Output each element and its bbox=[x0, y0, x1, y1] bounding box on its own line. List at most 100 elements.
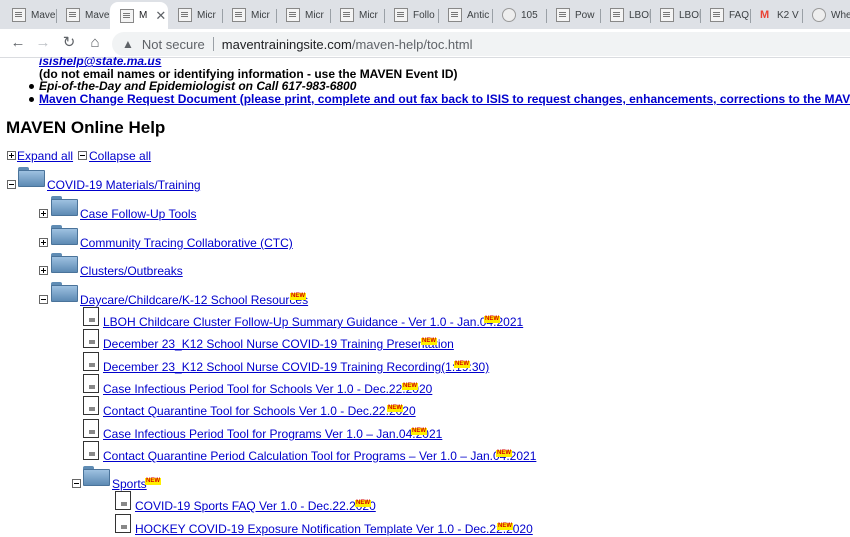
epi-oncall-text: Epi-of-the-Day and Epidemiologist on Cal… bbox=[39, 79, 357, 93]
document-icon bbox=[115, 491, 131, 510]
maven-favicon-icon bbox=[12, 8, 26, 22]
browser-tab[interactable]: Micr bbox=[330, 3, 384, 27]
folder-icon bbox=[51, 196, 78, 216]
doc-link[interactable]: Contact Quarantine Period Calculation To… bbox=[103, 449, 536, 463]
expand-all-icon[interactable] bbox=[7, 151, 16, 160]
maven-favicon-icon bbox=[286, 8, 300, 22]
document-icon bbox=[83, 374, 99, 393]
maven-favicon-icon bbox=[448, 8, 462, 22]
url-path[interactable]: /maven-help/toc.html bbox=[352, 37, 473, 52]
browser-tab-strip: Mave Mave M ✕ Micr Micr Micr Micr Follo A… bbox=[0, 0, 850, 29]
new-badge: NEW bbox=[290, 293, 306, 300]
new-badge: NEW bbox=[387, 405, 403, 412]
doc-link[interactable]: Contact Quarantine Tool for Schools Ver … bbox=[103, 404, 416, 418]
expand-toggle-icon[interactable] bbox=[39, 209, 48, 218]
browser-tab[interactable]: Pow bbox=[546, 3, 600, 27]
new-badge: NEW bbox=[496, 450, 512, 457]
expand-toggle-icon[interactable] bbox=[39, 238, 48, 247]
collapse-all-link[interactable]: Collapse all bbox=[89, 149, 151, 163]
expand-toggle-icon[interactable] bbox=[39, 266, 48, 275]
maven-favicon-icon bbox=[232, 8, 246, 22]
folder-icon bbox=[83, 466, 110, 486]
browser-tab[interactable]: Antic bbox=[438, 3, 492, 27]
maven-favicon-icon bbox=[556, 8, 570, 22]
browser-tab[interactable]: Micr bbox=[276, 3, 330, 27]
bullet bbox=[29, 97, 34, 102]
doc-link[interactable]: Case Infectious Period Tool for Programs… bbox=[103, 427, 442, 441]
tree-folder-covid19[interactable]: COVID-19 Materials/Training bbox=[47, 178, 201, 192]
folder-icon bbox=[51, 282, 78, 302]
page-content: isishelp@state.ma.us (do not email names… bbox=[0, 57, 850, 537]
new-badge: NEW bbox=[421, 338, 437, 345]
document-icon bbox=[83, 352, 99, 371]
browser-tab[interactable]: Whe bbox=[802, 3, 850, 27]
new-badge: NEW bbox=[454, 361, 470, 368]
change-request-link[interactable]: Maven Change Request Document (please pr… bbox=[39, 92, 850, 106]
new-badge: NEW bbox=[402, 383, 418, 390]
folder-icon bbox=[51, 253, 78, 273]
new-badge: NEW bbox=[145, 478, 161, 485]
browser-tab[interactable]: 105 bbox=[492, 3, 546, 27]
document-icon bbox=[83, 396, 99, 415]
tree-folder-daycare[interactable]: Daycare/Childcare/K-12 School Resources bbox=[80, 293, 308, 307]
doc-link[interactable]: December 23_K12 School Nurse COVID-19 Tr… bbox=[103, 337, 454, 351]
page-favicon-icon bbox=[812, 8, 826, 22]
tree-folder-sports[interactable]: Sports bbox=[112, 477, 147, 491]
expand-all-link[interactable]: Expand all bbox=[17, 149, 73, 163]
new-badge: NEW bbox=[411, 428, 427, 435]
page-favicon-icon bbox=[502, 8, 516, 22]
doc-link[interactable]: COVID-19 Sports FAQ Ver 1.0 - Dec.22.202… bbox=[135, 499, 376, 513]
collapse-all-icon[interactable] bbox=[78, 151, 87, 160]
browser-tab[interactable]: Micr bbox=[222, 3, 276, 27]
url-host[interactable]: maventrainingsite.com bbox=[222, 37, 352, 52]
forward-arrow-icon[interactable]: → bbox=[33, 33, 53, 53]
browser-tab[interactable]: M K2 V bbox=[750, 3, 802, 27]
gmail-icon: M bbox=[760, 9, 770, 21]
tree-folder-clusters[interactable]: Clusters/Outbreaks bbox=[80, 264, 183, 278]
browser-tab[interactable]: Mave bbox=[2, 3, 56, 27]
browser-tab-active[interactable]: M ✕ bbox=[110, 2, 168, 29]
browser-tab[interactable]: FAQ bbox=[700, 3, 750, 27]
collapse-toggle-icon[interactable] bbox=[72, 479, 81, 488]
browser-tab[interactable]: LBOH bbox=[650, 3, 700, 27]
folder-icon bbox=[18, 167, 45, 187]
document-icon bbox=[83, 307, 99, 326]
maven-favicon-icon bbox=[610, 8, 624, 22]
tree-folder-case-followup[interactable]: Case Follow-Up Tools bbox=[80, 207, 197, 221]
close-tab-icon[interactable]: ✕ bbox=[155, 8, 166, 24]
document-icon bbox=[115, 514, 131, 533]
doc-link[interactable]: LBOH Childcare Cluster Follow-Up Summary… bbox=[103, 315, 523, 329]
tree-folder-ctc[interactable]: Community Tracing Collaborative (CTC) bbox=[80, 236, 293, 250]
maven-favicon-icon bbox=[120, 8, 134, 23]
browser-tab[interactable]: LBOH bbox=[600, 3, 650, 27]
new-badge: NEW bbox=[497, 523, 513, 530]
browser-tab[interactable]: Follo bbox=[384, 3, 438, 27]
maven-favicon-icon bbox=[660, 8, 674, 22]
browser-tab[interactable]: Micr bbox=[168, 3, 222, 27]
collapse-toggle-icon[interactable] bbox=[7, 180, 16, 189]
folder-icon bbox=[51, 225, 78, 245]
maven-favicon-icon bbox=[710, 8, 724, 22]
document-icon bbox=[83, 419, 99, 438]
back-arrow-icon[interactable]: ← bbox=[8, 33, 28, 53]
document-icon bbox=[83, 441, 99, 460]
document-icon bbox=[83, 329, 99, 348]
security-label[interactable]: Not secure bbox=[142, 37, 205, 52]
warning-triangle-icon[interactable]: ▲ bbox=[122, 37, 134, 51]
maven-favicon-icon bbox=[66, 8, 80, 22]
new-badge: NEW bbox=[355, 500, 371, 507]
doc-link[interactable]: Case Infectious Period Tool for Schools … bbox=[103, 382, 432, 396]
home-icon[interactable]: ⌂ bbox=[85, 33, 105, 53]
maven-favicon-icon bbox=[394, 8, 408, 22]
collapse-toggle-icon[interactable] bbox=[39, 295, 48, 304]
page-title: MAVEN Online Help bbox=[6, 118, 166, 137]
maven-favicon-icon bbox=[178, 8, 192, 22]
doc-link[interactable]: December 23_K12 School Nurse COVID-19 Tr… bbox=[103, 360, 489, 374]
reload-icon[interactable]: ↻ bbox=[59, 33, 79, 53]
bullet bbox=[29, 84, 34, 89]
maven-favicon-icon bbox=[340, 8, 354, 22]
browser-tab[interactable]: Mave bbox=[56, 3, 110, 27]
doc-link[interactable]: HOCKEY COVID-19 Exposure Notification Te… bbox=[135, 522, 533, 536]
address-bar[interactable]: ▲ Not secure maventrainingsite.com/maven… bbox=[112, 32, 850, 56]
browser-toolbar: ← → ↻ ⌂ ▲ Not secure maventrainingsite.c… bbox=[0, 29, 850, 58]
